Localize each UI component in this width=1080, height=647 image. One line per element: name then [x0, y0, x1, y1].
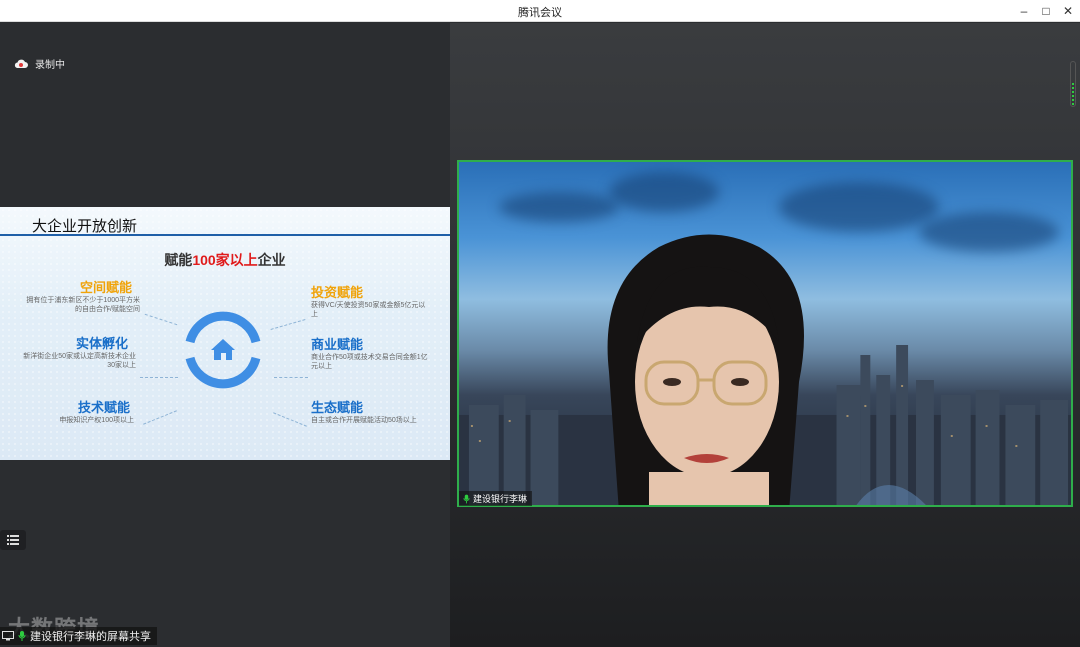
house-icon	[211, 339, 235, 360]
close-icon[interactable]: ✕	[1059, 2, 1077, 20]
connector-line	[273, 412, 307, 427]
sky-cloud	[499, 192, 619, 222]
screen-share-label: 建设银行李琳的屏幕共享	[0, 627, 157, 645]
minimize-icon[interactable]: –	[1015, 2, 1033, 20]
slide-headline: 赋能100家以上企业	[0, 250, 450, 270]
maximize-icon[interactable]: □	[1037, 2, 1055, 20]
participant-list-button[interactable]	[0, 530, 26, 550]
slide-divider	[0, 234, 450, 236]
recording-label: 录制中	[35, 60, 65, 71]
window-title: 腾讯会议	[518, 7, 562, 19]
feature-title: 实体孵化	[76, 336, 129, 351]
slide-title: 大企业开放创新	[32, 218, 138, 235]
screen-share-icon	[2, 631, 14, 641]
connector-line	[143, 410, 177, 425]
connector-line	[140, 377, 178, 378]
sky-cloud	[919, 212, 1059, 252]
headline-prefix: 赋能	[164, 252, 193, 268]
shared-screen-pane: 录制中 大企业开放创新 赋能100家以上企业 空间赋能 拥有位于浦东新区不少于1…	[0, 23, 450, 647]
cloud-record-icon	[14, 59, 28, 68]
speaker-person	[607, 234, 804, 505]
feature-desc: 商业合作50项或技术交易合同金额1亿元以上	[311, 354, 428, 370]
feature-desc: 获得VC/天使投资50家或金额5亿元以上	[311, 302, 426, 318]
connector-line	[270, 319, 306, 330]
share-label-text: 建设银行李琳的屏幕共享	[30, 631, 151, 643]
microphone-icon	[463, 494, 470, 503]
participant-name-tag: 建设银行李琳	[459, 491, 533, 506]
title-bar: 腾讯会议 – □ ✕	[0, 0, 1080, 22]
feature-desc: 新洋街企业50家或认定高新技术企业30家以上	[23, 353, 136, 369]
participant-name: 建设银行李琳	[473, 494, 528, 504]
audio-level-indicator	[1070, 61, 1076, 107]
feature-title: 空间赋能	[80, 280, 133, 295]
feature-title: 投资赋能	[311, 285, 364, 300]
feature-title: 技术赋能	[78, 400, 131, 415]
feature-title: 商业赋能	[311, 337, 364, 352]
headline-suffix: 企业	[257, 252, 286, 268]
participant-video[interactable]	[457, 160, 1073, 507]
sky-cloud	[609, 172, 719, 212]
connector-line	[274, 377, 308, 378]
house-ring-graphic	[185, 311, 261, 389]
feature-desc: 自主或合作开展赋能活动50场以上	[311, 417, 417, 424]
feature-desc: 拥有位于浦东新区不少于1000平方米的自由合作/赋能空间	[26, 297, 140, 313]
feature-desc: 申报知识产权100项以上	[59, 417, 134, 424]
microphone-icon	[18, 631, 26, 641]
list-icon	[7, 535, 19, 545]
headline-highlight: 100家以上	[192, 252, 258, 268]
recording-indicator[interactable]: 录制中	[14, 56, 65, 71]
feature-title: 生态赋能	[311, 400, 364, 415]
connector-line	[144, 313, 178, 326]
